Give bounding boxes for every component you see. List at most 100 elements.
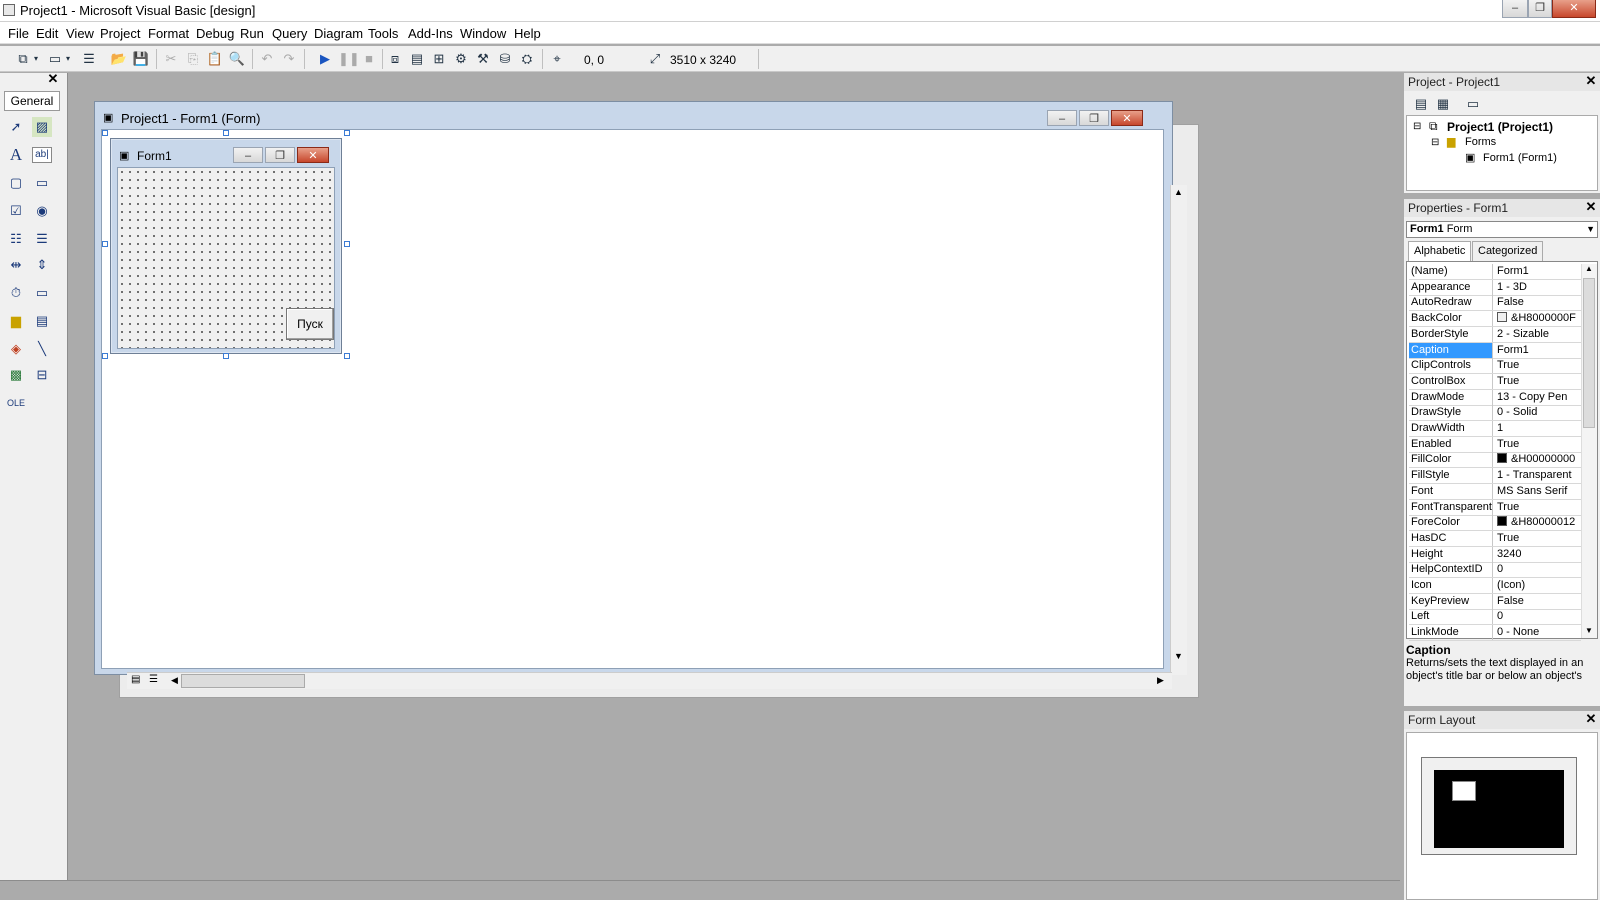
menu-help[interactable]: Help xyxy=(514,26,541,41)
property-value[interactable]: True xyxy=(1495,500,1581,515)
form-position-preview[interactable] xyxy=(1452,781,1476,801)
property-value[interactable]: 2 - Sizable xyxy=(1495,327,1581,342)
frame-tool-icon[interactable]: ▢ xyxy=(6,173,26,193)
property-row[interactable]: ForeColor &H80000012 xyxy=(1409,515,1581,532)
close-icon[interactable]: ✕ xyxy=(1584,200,1598,215)
copy-icon[interactable]: ⎘ xyxy=(184,50,202,68)
hscrollbar-tool-icon[interactable]: ⇹ xyxy=(6,255,26,275)
form1-client-area[interactable]: Пуск xyxy=(117,167,335,349)
checkbox-tool-icon[interactable]: ☑ xyxy=(6,201,26,221)
property-value[interactable]: 0 xyxy=(1495,562,1581,577)
collapse-icon[interactable]: ⊟ xyxy=(1413,121,1421,132)
close-icon[interactable]: ✕ xyxy=(46,72,60,87)
resize-handle[interactable] xyxy=(102,241,108,247)
property-value[interactable]: True xyxy=(1495,374,1581,389)
property-row[interactable]: BorderStyle 2 - Sizable xyxy=(1409,326,1581,343)
collapse-icon[interactable]: ⊟ xyxy=(1431,137,1439,148)
picturebox-tool-icon[interactable]: ▨ xyxy=(32,117,52,137)
add-form-icon[interactable]: ▭ xyxy=(46,50,64,68)
end-icon[interactable]: ■ xyxy=(360,50,378,68)
resize-handle[interactable] xyxy=(102,353,108,359)
shape-tool-icon[interactable]: ◈ xyxy=(6,339,26,359)
filelistbox-tool-icon[interactable]: ▤ xyxy=(32,311,52,331)
scroll-down-icon[interactable]: ▼ xyxy=(1585,626,1593,635)
resize-handle[interactable] xyxy=(344,130,350,136)
scroll-up-icon[interactable]: ▲ xyxy=(1174,187,1183,197)
data-tool-icon[interactable]: ⊟ xyxy=(32,365,52,385)
pointer-tool-icon[interactable]: ➚ xyxy=(6,117,26,137)
property-value[interactable]: False xyxy=(1495,295,1581,310)
property-row[interactable]: Left 0 xyxy=(1409,609,1581,626)
line-tool-icon[interactable]: ╲ xyxy=(32,339,52,359)
horizontal-scrollbar[interactable]: ▤ ☰ ◀ ▶ xyxy=(127,672,1172,689)
resize-handle[interactable] xyxy=(223,130,229,136)
property-value[interactable]: Form1 xyxy=(1495,264,1581,279)
commandbutton-tool-icon[interactable]: ▭ xyxy=(32,173,52,193)
view-code-icon[interactable]: ☰ xyxy=(149,674,158,685)
cut-icon[interactable]: ✂ xyxy=(162,50,180,68)
form1-designer[interactable]: ▣ Form1 – ❐ ✕ Пуск xyxy=(110,138,342,354)
save-project-icon[interactable]: 💾 xyxy=(132,50,150,68)
property-value[interactable]: 0 xyxy=(1495,609,1581,624)
property-row[interactable]: AutoRedraw False xyxy=(1409,295,1581,312)
vertical-scrollbar[interactable]: ▲ ▼ xyxy=(1170,185,1187,675)
find-icon[interactable]: 🔍 xyxy=(228,50,246,68)
textbox-tool-icon[interactable]: ab| xyxy=(32,147,52,163)
restore-button[interactable]: ❐ xyxy=(1528,0,1552,18)
property-value[interactable]: True xyxy=(1495,531,1581,546)
property-row[interactable]: Icon (Icon) xyxy=(1409,578,1581,594)
resize-handle[interactable] xyxy=(102,130,108,136)
object-selector-combo[interactable]: Form1 Form ▼ xyxy=(1406,221,1598,238)
restore-button[interactable]: ❐ xyxy=(1079,110,1109,126)
timer-tool-icon[interactable]: ⏱ xyxy=(6,283,26,303)
property-row[interactable]: KeyPreview False xyxy=(1409,593,1581,610)
scroll-right-icon[interactable]: ▶ xyxy=(1157,675,1164,686)
minimize-button[interactable]: – xyxy=(1047,110,1077,126)
component-manager-icon[interactable]: ⛭ xyxy=(518,50,536,68)
property-row[interactable]: HelpContextID 0 xyxy=(1409,562,1581,579)
toolbox-icon[interactable]: ⚒ xyxy=(474,50,492,68)
property-value[interactable]: &H00000000 xyxy=(1495,452,1581,467)
property-row[interactable]: FontTransparent True xyxy=(1409,499,1581,516)
property-row[interactable]: (Name) Form1 xyxy=(1409,264,1581,280)
tree-forms-folder[interactable]: Forms xyxy=(1465,136,1496,148)
break-icon[interactable]: ❚❚ xyxy=(338,50,360,68)
view-object-icon[interactable]: ▦ xyxy=(1434,95,1452,113)
scroll-down-icon[interactable]: ▼ xyxy=(1174,651,1183,661)
property-row[interactable]: FillColor &H00000000 xyxy=(1409,452,1581,469)
property-value[interactable]: 0 - None xyxy=(1495,625,1581,640)
property-row[interactable]: HasDC True xyxy=(1409,530,1581,547)
project-explorer-icon[interactable]: ⧈ xyxy=(386,50,404,68)
scroll-left-icon[interactable]: ◀ xyxy=(171,675,178,686)
menu-tools[interactable]: Tools xyxy=(368,26,398,41)
listbox-tool-icon[interactable]: ☰ xyxy=(32,229,52,249)
property-value[interactable]: False xyxy=(1495,594,1581,609)
scroll-thumb[interactable] xyxy=(1583,278,1595,428)
property-value[interactable]: 1 - Transparent xyxy=(1495,468,1581,483)
property-value[interactable]: 0 - Solid xyxy=(1495,405,1581,420)
property-value[interactable]: 3240 xyxy=(1495,547,1581,562)
menu-run[interactable]: Run xyxy=(240,26,264,41)
tree-project-root[interactable]: Project1 (Project1) xyxy=(1447,120,1553,134)
combobox-tool-icon[interactable]: ☷ xyxy=(6,229,26,249)
properties-scrollbar[interactable]: ▲ ▼ xyxy=(1581,264,1597,638)
tab-categorized[interactable]: Categorized xyxy=(1472,241,1544,261)
toolbox-tab-general[interactable]: General xyxy=(4,91,60,111)
close-button[interactable]: ✕ xyxy=(1111,110,1143,126)
menu-diagram[interactable]: Diagram xyxy=(314,26,363,41)
form-layout-icon[interactable]: ⊞ xyxy=(430,50,448,68)
property-row[interactable]: FillStyle 1 - Transparent xyxy=(1409,468,1581,485)
property-value[interactable]: 13 - Copy Pen xyxy=(1495,390,1581,405)
form-close-button[interactable]: ✕ xyxy=(297,147,329,163)
menu-project[interactable]: Project xyxy=(100,26,140,41)
close-icon[interactable]: ✕ xyxy=(1584,74,1598,89)
redo-icon[interactable]: ↷ xyxy=(280,50,298,68)
image-tool-icon[interactable]: ▩ xyxy=(6,365,26,385)
label-tool-icon[interactable]: A xyxy=(6,145,26,165)
tree-form1-item[interactable]: Form1 (Form1) xyxy=(1483,152,1557,164)
menu-file[interactable]: File xyxy=(8,26,29,41)
property-row[interactable]: Appearance 1 - 3D xyxy=(1409,279,1581,296)
chevron-down-icon[interactable]: ▼ xyxy=(1586,222,1595,237)
scroll-thumb[interactable] xyxy=(181,674,305,688)
property-row[interactable]: ClipControls True xyxy=(1409,358,1581,375)
